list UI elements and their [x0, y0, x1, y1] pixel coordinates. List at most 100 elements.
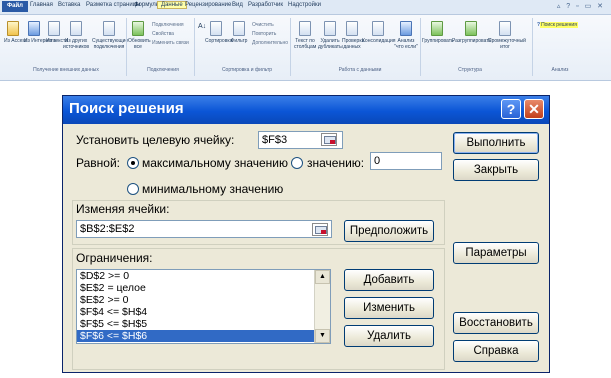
- solve-button[interactable]: Выполнить: [453, 132, 539, 154]
- filter-button[interactable]: Фильтр: [230, 21, 248, 44]
- ungroup-button[interactable]: Разгруппировать: [452, 21, 491, 44]
- change-button[interactable]: Изменить: [344, 297, 434, 319]
- separator: [126, 18, 127, 76]
- radio-min-label: минимальному значению: [142, 182, 284, 196]
- constraints-list[interactable]: $D$2 >= 0 $E$2 = целое $E$2 >= 0 $F$4 <=…: [76, 269, 331, 344]
- target-cell-label: Установить целевую ячейку:: [76, 133, 235, 147]
- tab-developer[interactable]: Разработчик: [248, 2, 283, 8]
- help-button[interactable]: Справка: [453, 340, 539, 362]
- add-button[interactable]: Добавить: [344, 269, 434, 291]
- reapply-filter-link[interactable]: Повторить: [252, 31, 276, 37]
- radio-value-label: значению:: [307, 156, 365, 170]
- help-icon[interactable]: ?: [501, 99, 521, 119]
- scroll-up-icon[interactable]: ▲: [315, 270, 330, 284]
- list-item[interactable]: $F$4 <= $H$4: [77, 306, 330, 318]
- from-access-button[interactable]: Из Access: [4, 21, 27, 44]
- close-icon[interactable]: ✕: [524, 99, 544, 119]
- list-scrollbar[interactable]: ▲ ▼: [314, 270, 330, 343]
- tab-data[interactable]: Данные: [157, 1, 187, 9]
- sort-button[interactable]: Сортировка: [205, 21, 232, 44]
- ribbon: Файл Главная Вставка Разметка страницы Ф…: [0, 0, 611, 81]
- collapse-dialog-icon[interactable]: [321, 133, 337, 146]
- group-label-analysis: Анализ: [551, 67, 569, 73]
- scroll-down-icon[interactable]: ▼: [315, 329, 330, 343]
- group-label-external: Получение внешних данных: [33, 67, 99, 73]
- radio-min[interactable]: [127, 183, 139, 195]
- list-item[interactable]: $F$5 <= $H$5: [77, 318, 330, 330]
- changing-cells-input[interactable]: $B$2:$E$2: [76, 220, 332, 238]
- separator: [532, 18, 533, 76]
- list-item[interactable]: $E$2 = целое: [77, 282, 330, 294]
- close-button[interactable]: Закрыть: [453, 159, 539, 181]
- remove-duplicates-icon: [324, 21, 336, 36]
- validation-icon: [346, 21, 358, 36]
- list-item-selected[interactable]: $F$6 <= $H$6: [77, 330, 330, 342]
- text-to-columns-icon: [299, 21, 311, 36]
- radio-max[interactable]: [127, 157, 139, 169]
- tab-home[interactable]: Главная: [30, 2, 53, 8]
- dialog-title: Поиск решения: [69, 100, 184, 117]
- ribbon-tab-row: Файл Главная Вставка Разметка страницы Ф…: [0, 0, 611, 15]
- properties-link[interactable]: Свойства: [152, 31, 174, 37]
- text-file-icon: [48, 21, 60, 36]
- separator: [290, 18, 291, 76]
- consolidate-button[interactable]: Консолидация: [362, 21, 395, 44]
- tab-addins[interactable]: Надстройки: [288, 2, 321, 8]
- collapse-changing-cells-icon[interactable]: [312, 223, 328, 236]
- group-label-sort-filter: Сортировка и фильтр: [221, 67, 273, 73]
- separator: [420, 18, 421, 76]
- subtotal-button[interactable]: Промежуточный итог: [488, 21, 526, 50]
- options-button[interactable]: Параметры: [453, 242, 539, 264]
- text-to-columns-button[interactable]: Текст по столбцам: [294, 21, 316, 50]
- solver-dialog: Поиск решения ? ✕ Установить целевую яче…: [62, 95, 550, 373]
- from-other-sources-button[interactable]: Из других источников: [63, 21, 89, 50]
- reset-button[interactable]: Восстановить: [453, 312, 539, 334]
- tab-file[interactable]: Файл: [2, 1, 28, 12]
- web-icon: [28, 21, 40, 36]
- refresh-icon: [132, 21, 144, 36]
- from-web-button[interactable]: Из Интернета: [24, 21, 56, 44]
- remove-duplicates-button[interactable]: Удалить дубликаты: [318, 21, 343, 50]
- separator: [194, 18, 195, 76]
- subtotal-icon: [499, 21, 511, 36]
- from-text-button[interactable]: Из текста: [46, 21, 68, 44]
- radio-max-label: максимальному значению: [142, 156, 289, 170]
- refresh-all-button[interactable]: Обновить все: [128, 21, 151, 50]
- tab-insert[interactable]: Вставка: [58, 2, 80, 8]
- list-item[interactable]: $E$2 >= 0: [77, 294, 330, 306]
- changing-cells-label: Изменяя ячейки:: [76, 202, 170, 216]
- connections-icon: [103, 21, 115, 36]
- connections-link[interactable]: Подключения: [152, 22, 184, 28]
- group-button[interactable]: Группировать: [422, 21, 454, 44]
- solver-button[interactable]: ?Поиск решения: [537, 22, 578, 28]
- value-field[interactable]: 0: [370, 152, 442, 170]
- equal-to-label: Равной:: [76, 156, 120, 170]
- guess-button[interactable]: Предположить: [344, 220, 434, 242]
- tab-page-layout[interactable]: Разметка страницы: [86, 2, 140, 8]
- sort-icon: [210, 21, 222, 36]
- delete-button[interactable]: Удалить: [344, 325, 434, 347]
- constraints-label: Ограничения:: [76, 251, 153, 265]
- dialog-title-bar[interactable]: Поиск решения ? ✕: [63, 96, 549, 124]
- edit-links-link[interactable]: Изменить связи: [152, 40, 189, 46]
- consolidate-icon: [372, 21, 384, 36]
- radio-value[interactable]: [291, 157, 303, 169]
- group-label-data-tools: Работа с данными: [338, 67, 382, 73]
- what-if-button[interactable]: Анализ "что если": [394, 21, 418, 50]
- list-item[interactable]: $D$2 >= 0: [77, 270, 330, 282]
- what-if-icon: [400, 21, 412, 36]
- ungroup-icon: [465, 21, 477, 36]
- group-label-outline: Структура: [458, 67, 482, 73]
- filter-icon: [233, 21, 245, 36]
- tab-view[interactable]: Вид: [232, 2, 243, 8]
- group-icon: [431, 21, 443, 36]
- database-icon: [70, 21, 82, 36]
- data-validation-button[interactable]: Проверка данных: [342, 21, 364, 50]
- tab-review[interactable]: Рецензирование: [185, 2, 231, 8]
- access-icon: [7, 21, 19, 36]
- clear-filter-link[interactable]: Очистить: [252, 22, 274, 28]
- existing-connections-button[interactable]: Существующие подключения: [92, 21, 128, 50]
- advanced-filter-link[interactable]: Дополнительно: [252, 40, 288, 46]
- window-controls[interactable]: ▵ ? ▫ ▭ ✕: [557, 2, 605, 10]
- group-label-connections: Подключения: [147, 67, 179, 73]
